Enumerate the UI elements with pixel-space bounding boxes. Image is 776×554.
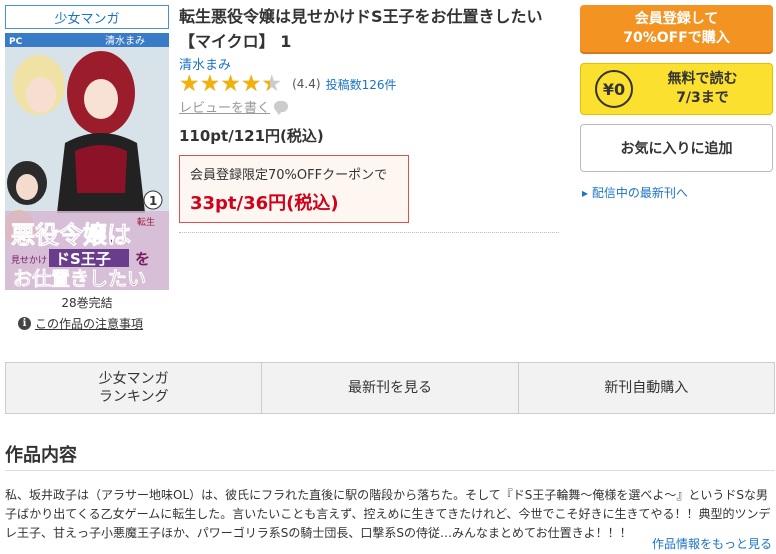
tab-label-line2: ランキング <box>98 389 169 405</box>
cover-title-line2: ドS王子 <box>55 250 111 268</box>
tab-label: 新刊自動購入 <box>604 380 689 396</box>
action-tab-bar: 少女マンガランキング 最新刊を見る 新刊自動購入 <box>5 362 775 414</box>
write-review-label[interactable]: レビューを書く <box>179 97 270 116</box>
rating-row: ★★★★★ ★★★★★ (4.4) 投稿数126件 <box>179 72 396 96</box>
cover-pc-label: PC <box>9 37 23 47</box>
rating-score: (4.4) <box>292 77 321 91</box>
cover-title-line1: 悪役令嬢は <box>11 220 131 249</box>
cover-tensei: 転生 <box>137 216 155 228</box>
coupon-offer-box: 会員登録限定70%OFFクーポンで 33pt/36円(税込) <box>179 155 409 223</box>
free-read-line1: 無料で読む <box>667 71 738 87</box>
write-review-link[interactable]: レビューを書く <box>179 97 289 116</box>
free-read-button[interactable]: ¥0 無料で読む 7/3まで <box>580 63 773 115</box>
synopsis-heading: 作品内容 <box>5 445 77 466</box>
add-favorite-button[interactable]: お気に入りに追加 <box>580 124 773 172</box>
latest-volume-link[interactable]: ▸ 配信中の最新刊へ <box>582 184 688 201</box>
tab-latest-volume[interactable]: 最新刊を見る <box>262 363 519 413</box>
star-filled-icons: ★★★★★ <box>179 72 270 96</box>
cover-art: PC 清水まみ 1 転生 悪役令嬢は 見せかけ ドS王子 を お仕置きしたい <box>5 33 169 290</box>
regular-price: 110pt/121円(税込) <box>179 127 324 145</box>
book-cover-image[interactable]: PC 清水まみ 1 転生 悪役令嬢は 見せかけ ドS王子 を お仕置きしたい <box>5 33 169 290</box>
yen-zero-icon: ¥0 <box>595 70 633 108</box>
coupon-label: 会員登録限定70%OFFクーポンで <box>190 168 388 183</box>
coupon-price: 33pt/36円(税込) <box>190 193 339 214</box>
cover-title-suffix: を <box>135 250 150 268</box>
register-button-line1: 会員登録して <box>634 10 719 27</box>
book-title: 転生悪役令嬢は見せかけドS王子をお仕置きしたい【マイクロ】 1 <box>179 7 543 51</box>
free-read-line2: 7/3まで <box>676 90 729 106</box>
register-and-buy-button[interactable]: 会員登録して 70%OFFで購入 <box>580 5 773 52</box>
review-count-link[interactable]: 投稿数126件 <box>326 76 397 93</box>
caution-link-text[interactable]: この作品の注意事項 <box>35 315 143 332</box>
info-icon: i <box>18 317 31 330</box>
caution-link[interactable]: i この作品の注意事項 <box>18 315 143 332</box>
section-divider <box>5 470 775 471</box>
volume-count: 28巻完結 <box>61 296 113 310</box>
tab-label-line1: 少女マンガ <box>98 371 169 387</box>
register-button-line2: 70%OFFで購入 <box>623 29 730 46</box>
genre-tag-shojo-manga[interactable]: 少女マンガ <box>5 5 169 29</box>
tab-auto-purchase[interactable]: 新刊自動購入 <box>519 363 774 413</box>
cover-author: 清水まみ <box>105 34 145 47</box>
free-read-label: 無料で読む 7/3まで <box>633 70 772 108</box>
cover-title-line3: お仕置きしたい <box>13 267 146 290</box>
speech-bubble-icon <box>274 101 289 115</box>
latest-volume-label[interactable]: 配信中の最新刊へ <box>592 186 688 200</box>
star-rating: ★★★★★ ★★★★★ <box>179 72 282 96</box>
tab-shojo-ranking[interactable]: 少女マンガランキング <box>6 363 263 413</box>
divider <box>179 232 559 233</box>
cover-title-small: 見せかけ <box>11 255 47 266</box>
more-info-link[interactable]: 作品情報をもっと見る <box>652 535 772 552</box>
cover-volume: 1 <box>149 194 157 208</box>
tab-label: 最新刊を見る <box>347 380 432 396</box>
triangle-right-icon: ▸ <box>582 186 589 200</box>
